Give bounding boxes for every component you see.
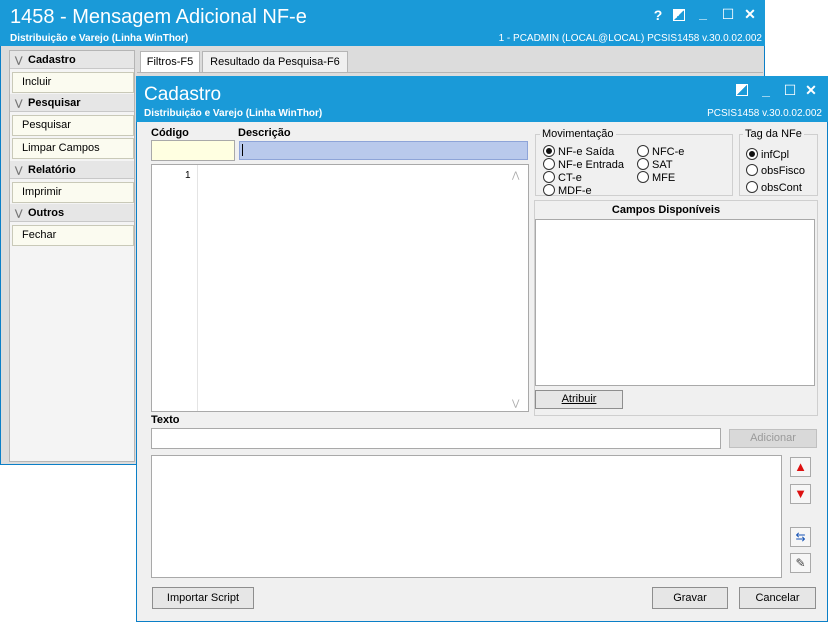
radio-obsfisco[interactable]: obsFisco	[746, 164, 805, 177]
main-window-title: 1458 - Mensagem Adicional NF-e	[10, 6, 307, 28]
radio-on-icon	[746, 148, 758, 160]
gravar-button[interactable]: Gravar	[652, 587, 728, 609]
radio-on-icon	[543, 145, 555, 157]
dialog-title: Cadastro	[144, 84, 222, 105]
chevron-down-icon: ⋁	[15, 55, 23, 65]
radio-obscont[interactable]: obsCont	[746, 181, 802, 194]
importar-script-button[interactable]: Importar Script	[152, 587, 254, 609]
incluir-button[interactable]: Incluir	[12, 72, 134, 93]
text-cursor	[242, 144, 243, 156]
radio-nfe-entrada[interactable]: NF-e Entrada	[543, 158, 624, 171]
sidebar-section-relatorio[interactable]: ⋁ Relatório	[10, 161, 134, 179]
radio-sat[interactable]: SAT	[637, 158, 673, 171]
radio-off-icon	[543, 171, 555, 183]
fechar-button[interactable]: Fechar	[12, 225, 134, 246]
eraser-icon: ✎	[795, 556, 806, 570]
radio-off-icon	[543, 158, 555, 170]
radio-off-icon	[637, 145, 649, 157]
radio-infcpl[interactable]: infCpl	[746, 148, 789, 161]
swap-button[interactable]: ⇆	[790, 527, 811, 547]
line-gutter	[152, 165, 198, 411]
sidebar-section-title: Cadastro	[28, 54, 76, 66]
close-button[interactable]: ✕	[741, 6, 759, 23]
tab-resultado-pesquisa[interactable]: Resultado da Pesquisa-F6	[202, 51, 348, 73]
sidebar-section-title: Outros	[28, 207, 65, 219]
radio-label: infCpl	[761, 149, 790, 161]
radio-label: SAT	[652, 159, 673, 171]
line-number: 1	[185, 170, 191, 181]
sidebar-section-title: Pesquisar	[28, 97, 81, 109]
swap-arrows-icon: ⇆	[795, 530, 806, 544]
restore-icon[interactable]	[673, 9, 685, 21]
tab-filtros[interactable]: Filtros-F5	[140, 51, 200, 73]
radio-nfce[interactable]: NFC-e	[637, 145, 684, 158]
dialog-subtitle: Distribuição e Varejo (Linha WinThor)	[144, 108, 323, 119]
codigo-label: Código	[151, 127, 189, 139]
tag-nfe-title: Tag da NFe	[743, 128, 804, 140]
move-up-button[interactable]: ▲	[790, 457, 811, 477]
cancelar-button[interactable]: Cancelar	[739, 587, 816, 609]
dialog-close-button[interactable]: ✕	[802, 82, 820, 99]
sidebar-section-pesquisar[interactable]: ⋁ Pesquisar	[10, 94, 134, 112]
radio-off-icon	[543, 184, 555, 196]
radio-off-icon	[637, 171, 649, 183]
movimentacao-title: Movimentação	[540, 128, 616, 140]
imprimir-button[interactable]: Imprimir	[12, 182, 134, 203]
maximize-button[interactable]: ☐	[719, 6, 737, 23]
radio-label: NF-e Entrada	[558, 159, 625, 171]
radio-mdfe[interactable]: MDF-e	[543, 184, 592, 197]
main-window-subtitle: Distribuição e Varejo (Linha WinThor)	[10, 33, 189, 44]
sidebar-section-outros[interactable]: ⋁ Outros	[10, 204, 134, 222]
dialog-minimize-button[interactable]: _	[757, 82, 775, 98]
clear-button[interactable]: ✎	[790, 553, 811, 573]
sidebar-section-cadastro[interactable]: ⋁ Cadastro	[10, 51, 134, 69]
scroll-down-icon[interactable]: ⋁	[512, 398, 519, 409]
tab-divider	[137, 72, 763, 73]
radio-off-icon	[637, 158, 649, 170]
chevron-down-icon: ⋁	[15, 98, 23, 108]
texto-label: Texto	[151, 414, 180, 426]
radio-label: CT-e	[558, 172, 582, 184]
radio-off-icon	[746, 181, 758, 193]
sidebar: ⋁ Cadastro Incluir ⋁ Pesquisar Pesquisar L…	[9, 50, 135, 462]
script-editor[interactable]	[151, 164, 529, 412]
help-button[interactable]: ?	[649, 7, 667, 23]
radio-label: MFE	[652, 172, 676, 184]
adicionar-button[interactable]: Adicionar	[729, 429, 817, 448]
mensagem-textarea[interactable]	[151, 455, 782, 578]
campos-title: Campos Disponíveis	[611, 204, 721, 216]
campos-list[interactable]	[535, 219, 815, 386]
pesquisar-button[interactable]: Pesquisar	[12, 115, 134, 136]
atribuir-button[interactable]: Atribuir	[535, 390, 623, 409]
sidebar-section-title: Relatório	[28, 164, 76, 176]
radio-off-icon	[746, 164, 758, 176]
descricao-label: Descrição	[238, 127, 291, 139]
radio-label: NFC-e	[652, 146, 685, 158]
descricao-input[interactable]	[239, 141, 528, 160]
arrow-up-icon: ▲	[794, 459, 807, 474]
chevron-down-icon: ⋁	[15, 165, 23, 175]
limpar-campos-button[interactable]: Limpar Campos	[12, 138, 134, 159]
chevron-down-icon: ⋁	[15, 208, 23, 218]
dialog-restore-icon[interactable]	[736, 84, 748, 96]
main-window-status: 1 - PCADMIN (LOCAL@LOCAL) PCSIS1458 v.30…	[498, 33, 762, 44]
move-down-button[interactable]: ▼	[790, 484, 811, 504]
radio-label: NF-e Saída	[558, 146, 615, 158]
scroll-up-icon[interactable]: ⋀	[512, 170, 519, 181]
radio-cte[interactable]: CT-e	[543, 171, 582, 184]
codigo-input[interactable]	[151, 140, 235, 161]
arrow-down-icon: ▼	[794, 486, 807, 501]
texto-input[interactable]	[151, 428, 721, 449]
radio-mfe[interactable]: MFE	[637, 171, 675, 184]
dialog-maximize-button[interactable]: ☐	[781, 82, 799, 99]
radio-label: obsFisco	[761, 165, 806, 177]
radio-label: obsCont	[761, 182, 802, 194]
dialog-version: PCSIS1458 v.30.0.02.002	[707, 108, 822, 119]
radio-nfe-saida[interactable]: NF-e Saída	[543, 145, 614, 158]
radio-label: MDF-e	[558, 185, 592, 197]
minimize-button[interactable]: _	[694, 5, 712, 21]
